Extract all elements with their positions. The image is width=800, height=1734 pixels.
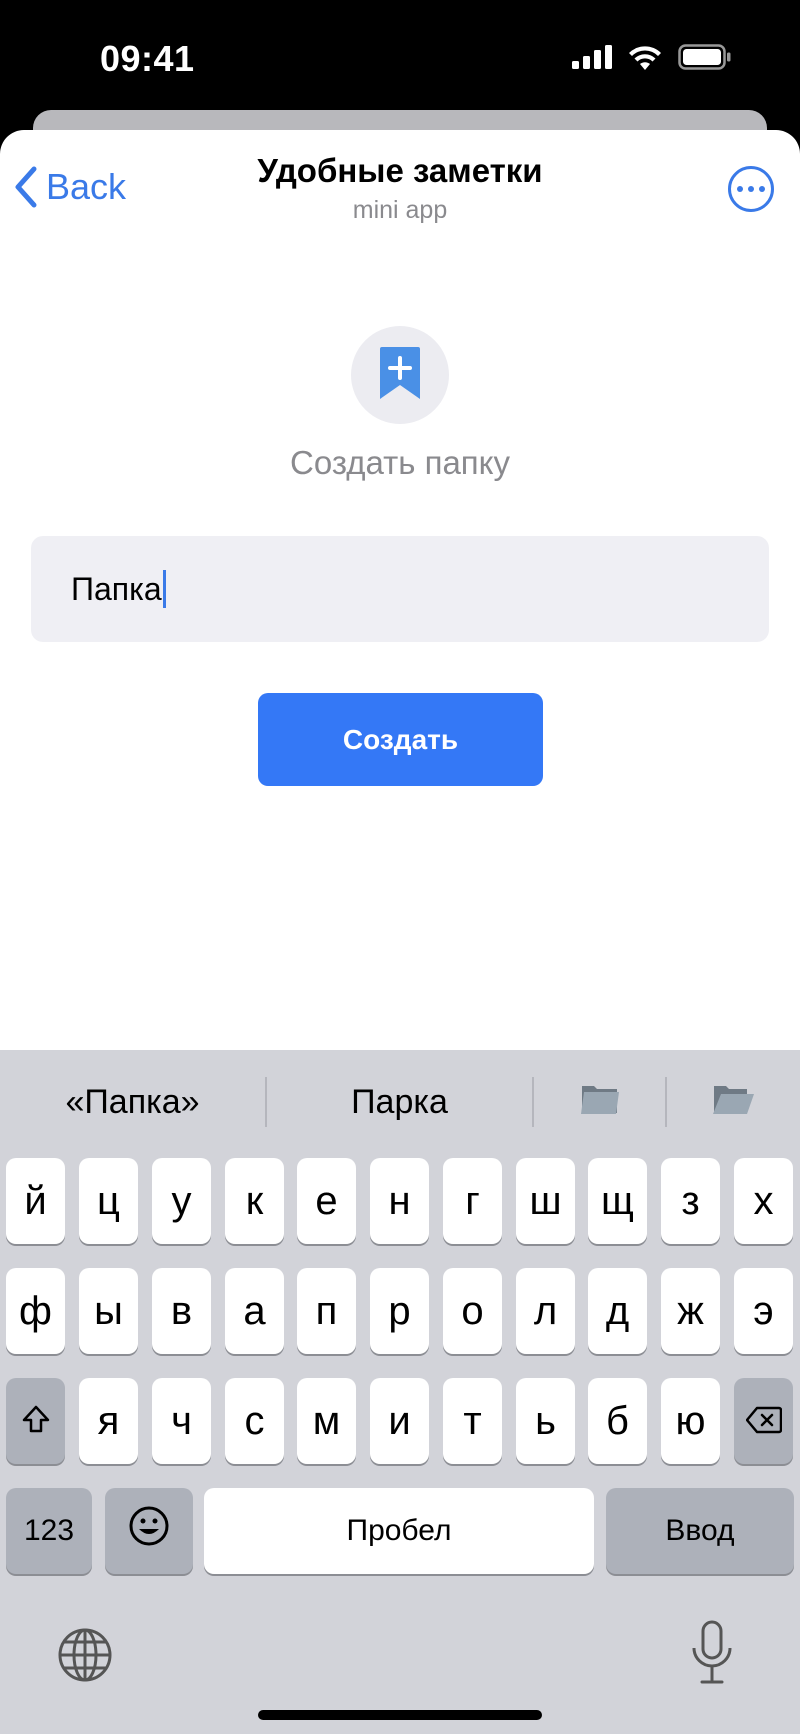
folder-icon	[579, 1080, 621, 1125]
text-caret	[162, 570, 166, 608]
home-indicator	[258, 1710, 542, 1720]
key[interactable]: щ	[588, 1158, 647, 1244]
key[interactable]: е	[297, 1158, 356, 1244]
folder-name-input[interactable]: Папка	[31, 536, 769, 642]
suggestion-folder-emoji[interactable]	[534, 1050, 665, 1154]
folder-name-value: Папка	[71, 570, 162, 607]
return-key[interactable]: Ввод	[606, 1488, 794, 1574]
battery-icon	[678, 44, 732, 75]
space-key[interactable]: Пробел	[204, 1488, 594, 1574]
key[interactable]: ы	[79, 1268, 138, 1354]
globe-icon	[56, 1628, 114, 1688]
open-folder-icon	[711, 1080, 755, 1125]
bookmark-plus-icon	[378, 345, 422, 406]
key[interactable]: л	[516, 1268, 575, 1354]
emoji-key[interactable]	[105, 1488, 193, 1574]
key[interactable]: ю	[661, 1378, 720, 1464]
cellular-signal-icon	[572, 45, 612, 74]
key[interactable]: э	[734, 1268, 793, 1354]
microphone-icon	[690, 1620, 734, 1690]
key[interactable]: р	[370, 1268, 429, 1354]
key[interactable]: о	[443, 1268, 502, 1354]
key[interactable]: и	[370, 1378, 429, 1464]
suggestion-item[interactable]: Парка	[267, 1050, 532, 1154]
key[interactable]: ч	[152, 1378, 211, 1464]
key[interactable]: б	[588, 1378, 647, 1464]
status-bar: 09:41	[0, 0, 800, 110]
key[interactable]: ц	[79, 1158, 138, 1244]
key[interactable]: г	[443, 1158, 502, 1244]
app-title: Удобные заметки	[257, 152, 543, 189]
suggestion-item[interactable]: «Папка»	[0, 1050, 265, 1154]
key[interactable]: к	[225, 1158, 284, 1244]
key[interactable]: й	[6, 1158, 65, 1244]
folder-add-icon-container	[351, 326, 449, 424]
dictation-button[interactable]	[690, 1620, 734, 1690]
key[interactable]: а	[225, 1268, 284, 1354]
key[interactable]: в	[152, 1268, 211, 1354]
key[interactable]: т	[443, 1378, 502, 1464]
emoji-icon	[128, 1505, 170, 1557]
keyboard: «Папка» Парка й ц у к е н г ш щ з х ф ы …	[0, 1050, 800, 1734]
wifi-icon	[628, 45, 662, 75]
key[interactable]: у	[152, 1158, 211, 1244]
key[interactable]: н	[370, 1158, 429, 1244]
status-icons	[572, 44, 732, 75]
backspace-key[interactable]	[734, 1378, 793, 1464]
key[interactable]: з	[661, 1158, 720, 1244]
more-options-button[interactable]	[728, 166, 774, 212]
key[interactable]: ш	[516, 1158, 575, 1244]
shift-icon	[21, 1399, 51, 1444]
status-time: 09:41	[100, 38, 195, 79]
key[interactable]: п	[297, 1268, 356, 1354]
key[interactable]: ь	[516, 1378, 575, 1464]
key[interactable]: я	[79, 1378, 138, 1464]
shift-key[interactable]	[6, 1378, 65, 1464]
suggestion-bar: «Папка» Парка	[0, 1050, 800, 1154]
key[interactable]: ф	[6, 1268, 65, 1354]
backspace-icon	[745, 1399, 782, 1444]
key[interactable]: д	[588, 1268, 647, 1354]
key[interactable]: м	[297, 1378, 356, 1464]
more-icon	[737, 186, 743, 192]
create-button[interactable]: Создать	[258, 693, 543, 786]
globe-button[interactable]	[56, 1626, 116, 1686]
key[interactable]: х	[734, 1158, 793, 1244]
create-folder-label: Создать папку	[290, 444, 510, 481]
numbers-key[interactable]: 123	[6, 1488, 92, 1574]
key[interactable]: ж	[661, 1268, 720, 1354]
key[interactable]: с	[225, 1378, 284, 1464]
app-subtitle: mini app	[352, 196, 448, 224]
suggestion-open-folder-emoji[interactable]	[667, 1050, 798, 1154]
